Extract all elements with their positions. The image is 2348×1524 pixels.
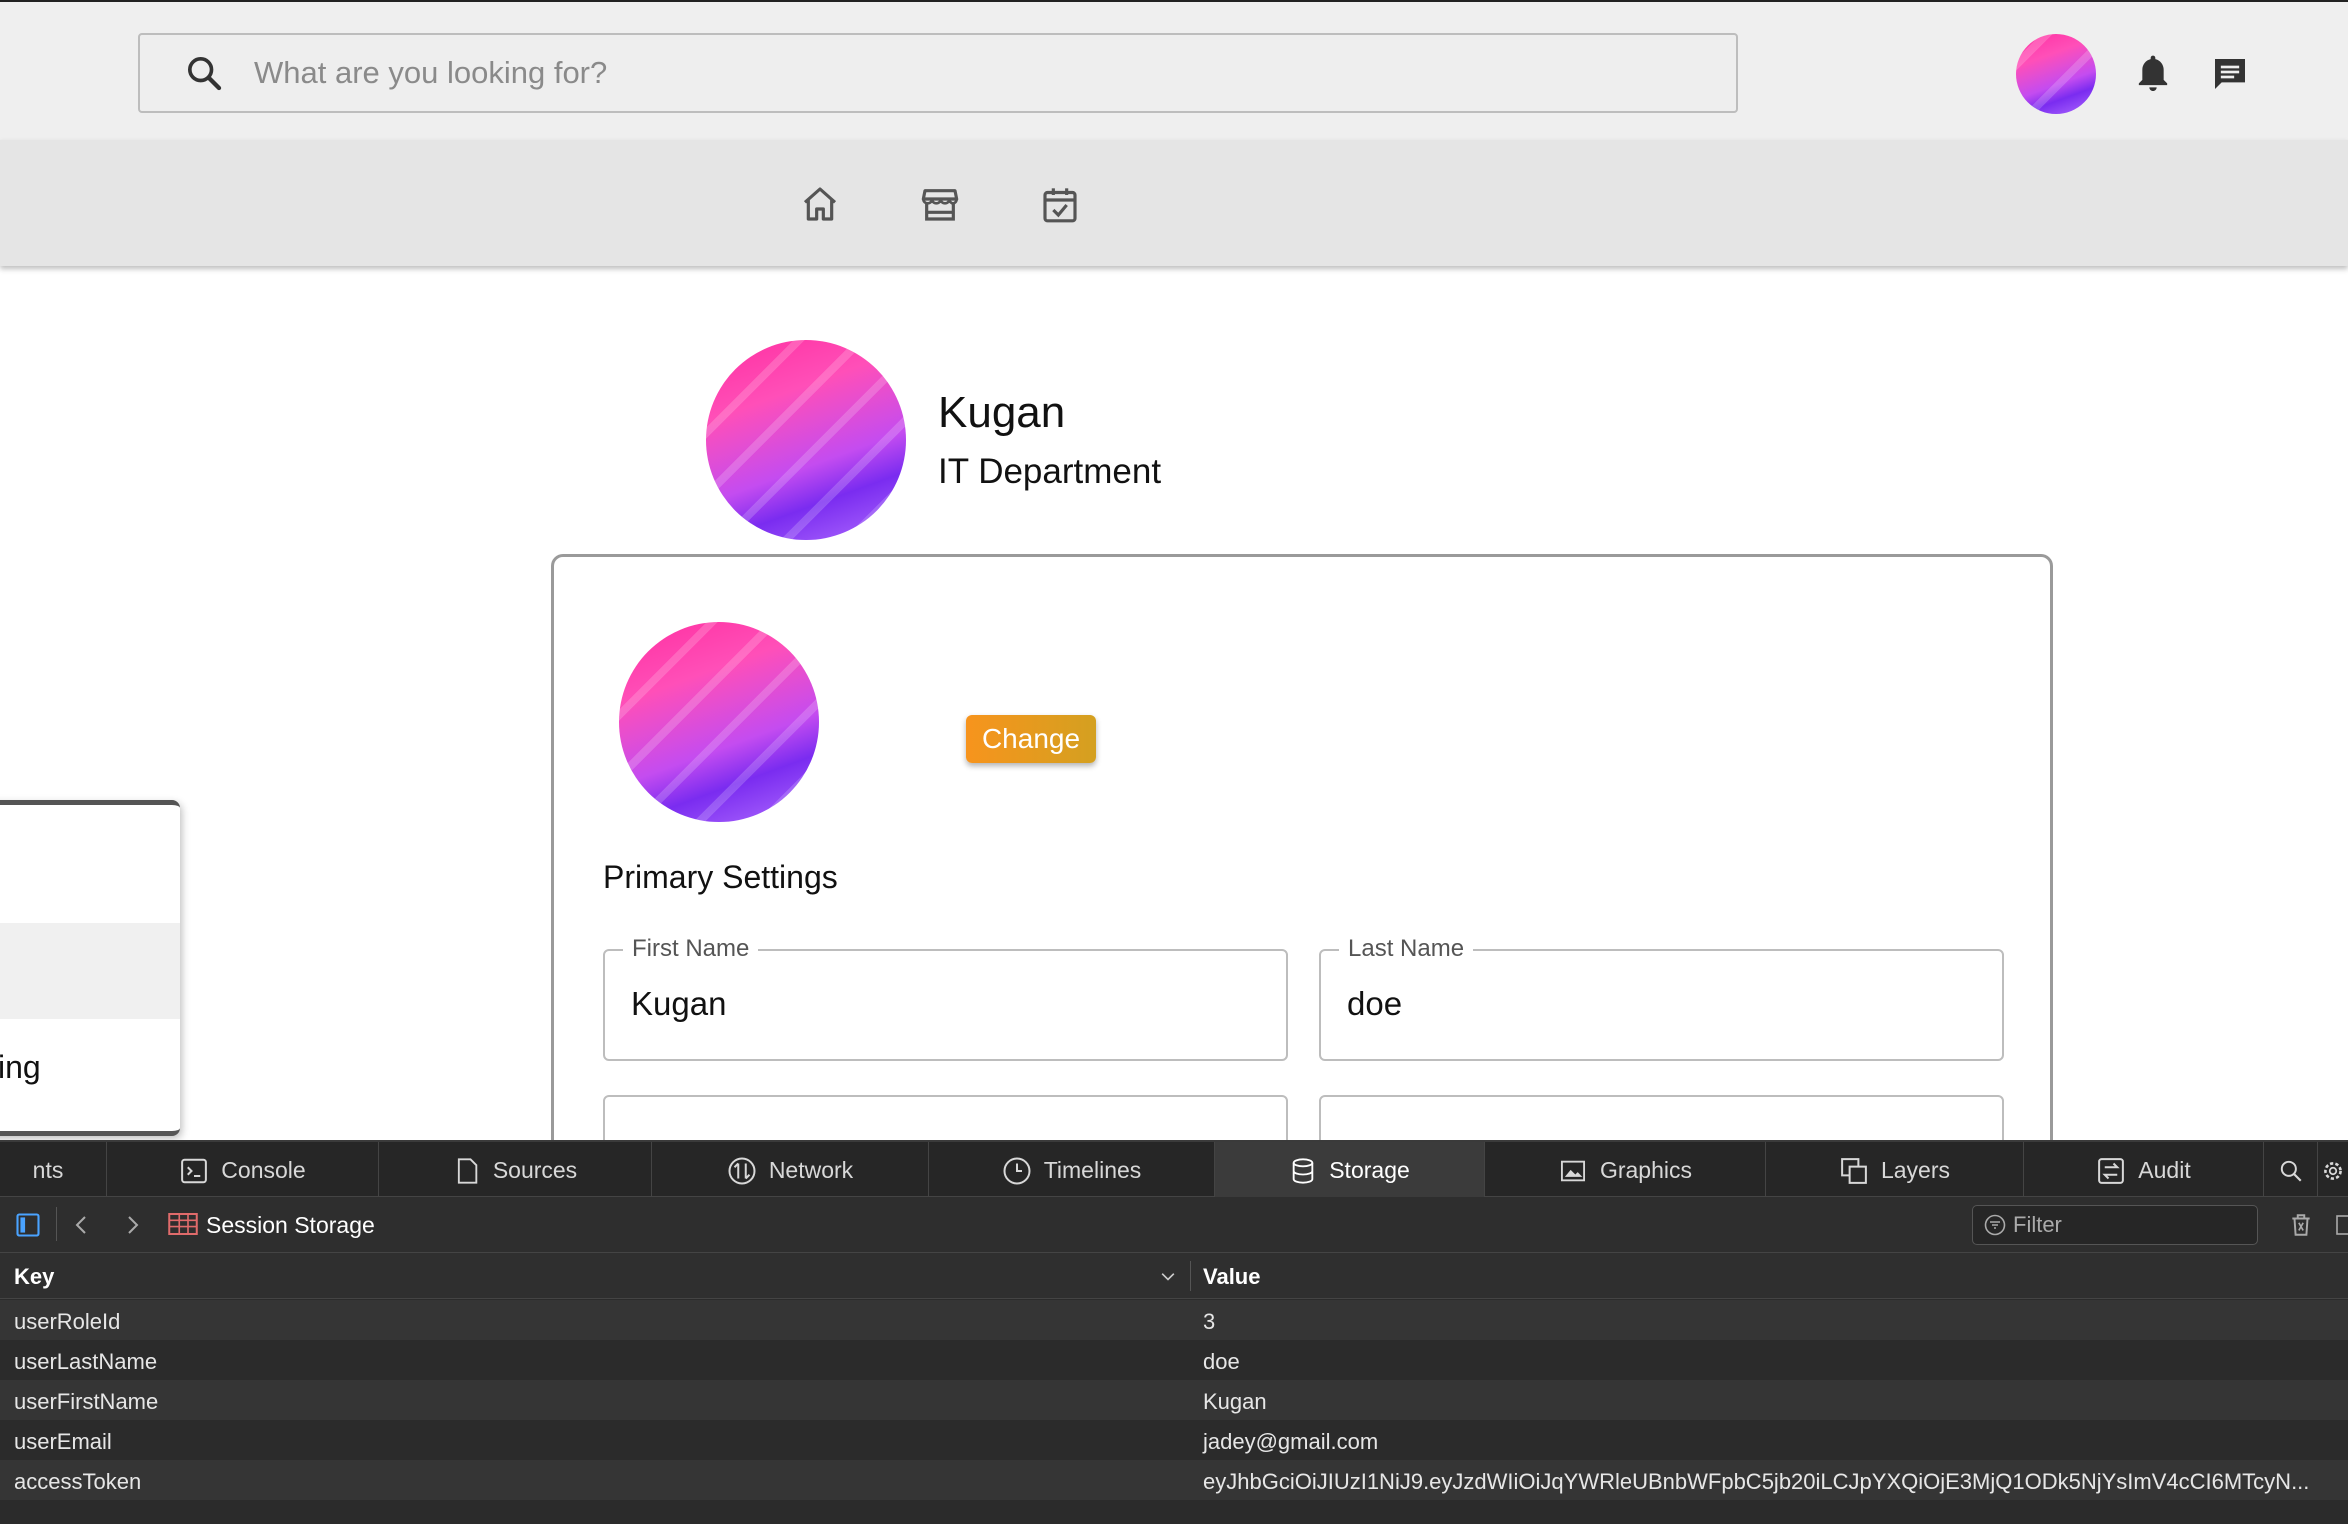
audit-icon — [2098, 1157, 2125, 1184]
graphics-icon — [1560, 1160, 1585, 1181]
search-input[interactable] — [254, 55, 1654, 91]
card-avatar — [619, 622, 819, 822]
sources-icon — [457, 1157, 478, 1184]
devtools-panel: nts Console Sources Network Timelines St… — [0, 1140, 2348, 1524]
tab-console[interactable]: Console — [107, 1142, 379, 1199]
row-value: Kugan — [1203, 1389, 1267, 1414]
timelines-icon — [1003, 1157, 1031, 1184]
first-name-label: First Name — [623, 935, 759, 963]
column-value[interactable]: Value — [1203, 1264, 1260, 1290]
table-header: Key Value — [0, 1253, 2348, 1299]
tab-timelines[interactable]: Timelines — [929, 1142, 1215, 1199]
row-value: jadey@gmail.com — [1203, 1429, 1379, 1454]
back-arrow-icon[interactable] — [70, 1211, 94, 1239]
home-icon[interactable] — [800, 184, 840, 224]
change-avatar-button[interactable]: Change — [966, 715, 1096, 763]
first-name-field[interactable]: First Name Kugan — [603, 935, 1288, 1061]
panel-icon[interactable] — [2336, 1211, 2348, 1239]
row-value: doe — [1203, 1349, 1240, 1374]
row-key: userFirstName — [14, 1389, 159, 1414]
row-key: accessToken — [14, 1469, 142, 1494]
tab-graphics[interactable]: Graphics — [1485, 1142, 1766, 1199]
filter-icon — [1984, 1214, 2006, 1236]
network-icon — [728, 1157, 756, 1184]
tab-storage[interactable]: Storage — [1215, 1142, 1485, 1199]
gear-icon — [2324, 1161, 2342, 1180]
tab-elements[interactable]: nts — [0, 1142, 107, 1199]
tab-audit[interactable]: Audit — [2024, 1142, 2264, 1199]
sidebar-toggle-icon[interactable] — [14, 1210, 42, 1240]
row-key: userEmail — [14, 1429, 112, 1454]
table-row[interactable]: userRoleId 3 — [0, 1300, 2348, 1340]
chevron-down-icon[interactable] — [1158, 1267, 1178, 1287]
devtools-settings-button[interactable] — [2318, 1142, 2348, 1199]
table-icon — [168, 1213, 198, 1235]
breadcrumb[interactable]: Session Storage — [206, 1212, 375, 1239]
column-divider[interactable] — [1190, 1261, 1191, 1291]
nav-bar — [0, 140, 2348, 266]
row-value: 3 — [1203, 1309, 1216, 1334]
search-bar[interactable] — [138, 33, 1738, 113]
layers-icon — [1841, 1157, 1867, 1184]
tab-layers[interactable]: Layers — [1766, 1142, 2024, 1199]
table-row-empty — [0, 1500, 2348, 1524]
column-key[interactable]: Key — [14, 1264, 54, 1290]
bell-icon[interactable] — [2133, 52, 2173, 96]
table-row[interactable]: userFirstName Kugan — [0, 1380, 2348, 1420]
side-menu-item[interactable] — [0, 829, 180, 925]
tab-sources[interactable]: Sources — [379, 1142, 652, 1199]
clear-storage-icon[interactable] — [2288, 1211, 2314, 1239]
calendar-check-icon[interactable] — [1040, 184, 1080, 226]
console-icon — [181, 1158, 208, 1183]
section-title: Primary Settings — [603, 859, 838, 895]
last-name-value[interactable]: doe — [1347, 985, 1402, 1023]
side-menu-popup: ing — [0, 800, 180, 1136]
forward-arrow-icon[interactable] — [120, 1211, 144, 1239]
side-menu-item[interactable] — [0, 923, 180, 1019]
store-icon[interactable] — [919, 184, 961, 224]
first-name-value[interactable]: Kugan — [631, 985, 726, 1023]
toolbar-divider — [56, 1207, 57, 1241]
search-icon — [2280, 1160, 2302, 1182]
search-icon — [188, 57, 222, 91]
table-row[interactable]: accessToken eyJhbGciOiJIUzI1NiJ9.eyJzdWI… — [0, 1460, 2348, 1500]
tab-network[interactable]: Network — [652, 1142, 929, 1199]
profile-name: Kugan — [938, 388, 1066, 437]
filter-input[interactable]: Filter — [1972, 1205, 2258, 1245]
storage-icon — [1292, 1157, 1314, 1184]
last-name-field[interactable]: Last Name doe — [1319, 935, 2004, 1061]
row-key: userLastName — [14, 1349, 158, 1374]
profile-avatar — [706, 340, 906, 540]
top-bar — [0, 0, 2348, 140]
row-value: eyJhbGciOiJIUzI1NiJ9.eyJzdWIiOiJqYWRleUB… — [1203, 1469, 2310, 1494]
side-menu-item-label: ing — [0, 1049, 41, 1085]
devtools-tab-bar: nts Console Sources Network Timelines St… — [0, 1140, 2348, 1199]
storage-toolbar: Session Storage Filter — [0, 1197, 2348, 1253]
side-menu-item[interactable]: ing — [0, 1019, 180, 1115]
table-row[interactable]: userEmail jadey@gmail.com — [0, 1420, 2348, 1460]
user-avatar[interactable] — [2016, 34, 2096, 114]
table-row[interactable]: userLastName doe — [0, 1340, 2348, 1380]
chat-icon[interactable] — [2209, 54, 2251, 94]
profile-department: IT Department — [938, 452, 1162, 491]
devtools-search-button[interactable] — [2264, 1142, 2318, 1199]
last-name-label: Last Name — [1339, 935, 1474, 963]
row-key: userRoleId — [14, 1309, 121, 1334]
